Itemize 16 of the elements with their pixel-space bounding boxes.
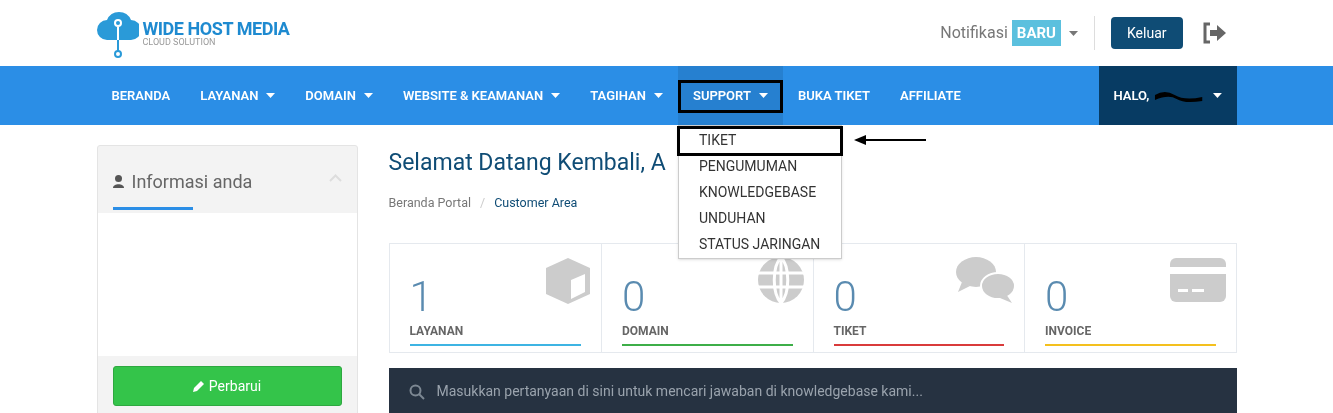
stat-value: 1: [409, 271, 433, 321]
stat-value: 0: [622, 271, 646, 321]
stat-label: TIKET: [833, 322, 868, 340]
logo-name: WIDE HOST MEDIA: [142, 19, 290, 38]
logo-tagline: CLOUD SOLUTION: [142, 37, 217, 47]
welcome-heading: Selamat Datang Kembali, A: [388, 149, 666, 176]
stat-value: 0: [833, 271, 857, 321]
stat-label: LAYANAN: [409, 322, 465, 340]
stat-value: 0: [1045, 271, 1069, 321]
greeting: HALO,: [1113, 86, 1150, 105]
stat-label: DOMAIN: [622, 322, 670, 340]
panel-title: Informasi anda: [131, 170, 253, 194]
notification-label: Notifikasi: [940, 22, 1008, 44]
breadcrumb-separator: /: [479, 194, 486, 212]
stat-label: INVOICE: [1045, 322, 1093, 340]
breadcrumb-item: Customer Area: [494, 194, 578, 212]
